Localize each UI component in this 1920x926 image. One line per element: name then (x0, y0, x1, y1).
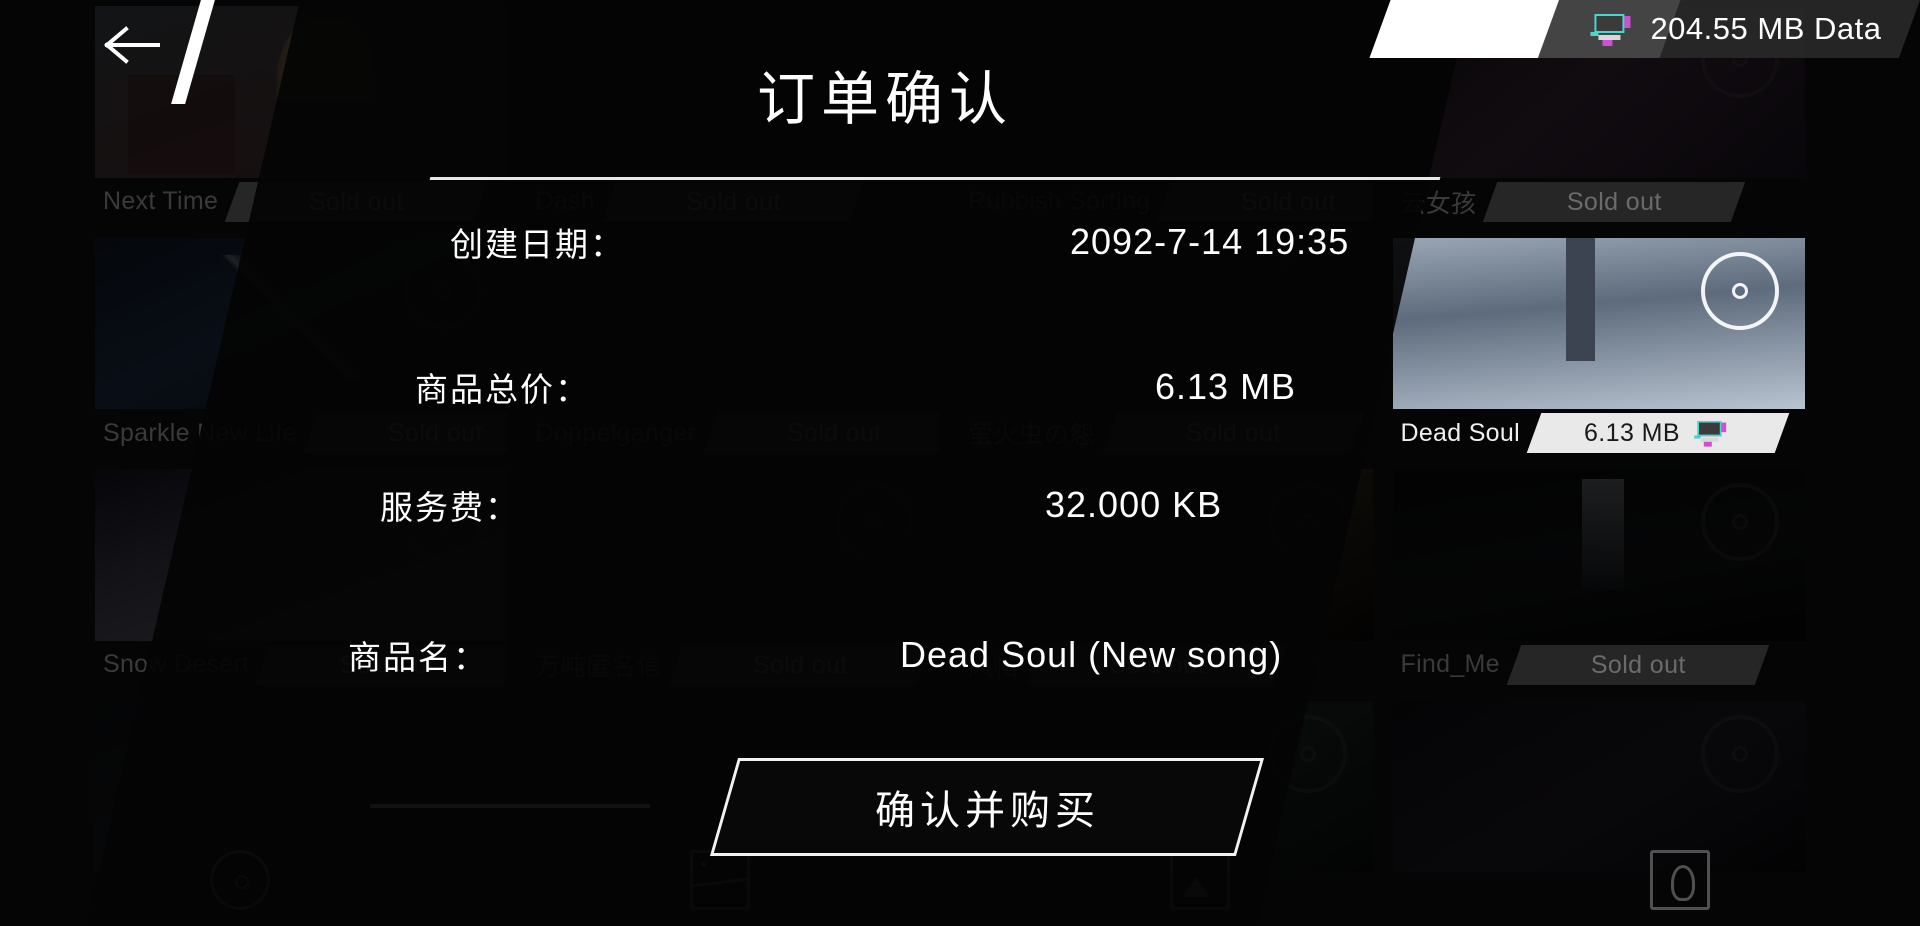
disc-play-icon[interactable] (1701, 251, 1779, 330)
card-badge-label: Sold out (1566, 187, 1662, 215)
disc-play-icon[interactable] (1701, 483, 1779, 561)
data-badge[interactable]: 204.55 MB Data (1537, 0, 1920, 58)
total-price-value: 6.13 MB (1155, 366, 1297, 407)
pixel-computer-icon (1694, 419, 1728, 447)
row-creation-date: 创建日期： 2092-7-14 19:35 (300, 210, 1470, 274)
card-badge[interactable]: Sold out (1506, 644, 1770, 685)
confirm-purchase-button[interactable]: 确认并购买 (709, 758, 1265, 856)
dialog-title: 订单确认 (756, 67, 1013, 132)
back-arrow-icon[interactable] (104, 22, 160, 68)
person-icon[interactable] (1650, 850, 1710, 910)
creation-date-label: 创建日期： (450, 226, 625, 263)
data-badge-label: 204.55 MB Data (1650, 11, 1882, 46)
row-product-name: 商品名： Dead Soul (New song) (300, 623, 1470, 687)
total-price-label: 商品总价： (415, 371, 590, 408)
creation-date-value: 2092-7-14 19:35 (1070, 221, 1350, 262)
disc-play-icon[interactable] (1701, 714, 1779, 793)
card-badge-label: 6.13 MB (1584, 418, 1680, 447)
pixel-computer-icon (1590, 12, 1632, 46)
title-divider (429, 177, 1441, 180)
order-dialog: 订单确认 创建日期： 2092-7-14 19:35 商品总价： 6.13 MB… (300, 0, 1470, 926)
service-fee-value: 32.000 KB (1045, 484, 1223, 525)
card-badge[interactable]: Sold out (1483, 181, 1746, 222)
card-badge-label: Sold out (1590, 650, 1686, 678)
card-badge[interactable]: 6.13 MB (1526, 413, 1790, 453)
product-name-value: Dead Soul (New song) (900, 634, 1283, 675)
confirm-purchase-label: 确认并购买 (874, 789, 1100, 833)
row-total-price: 商品总价： 6.13 MB (300, 355, 1470, 419)
service-fee-label: 服务费： (380, 489, 520, 526)
product-name-label: 商品名： (348, 639, 488, 676)
card-title: Next Time (103, 187, 219, 215)
row-service-fee: 服务费： 32.000 KB (300, 473, 1470, 537)
